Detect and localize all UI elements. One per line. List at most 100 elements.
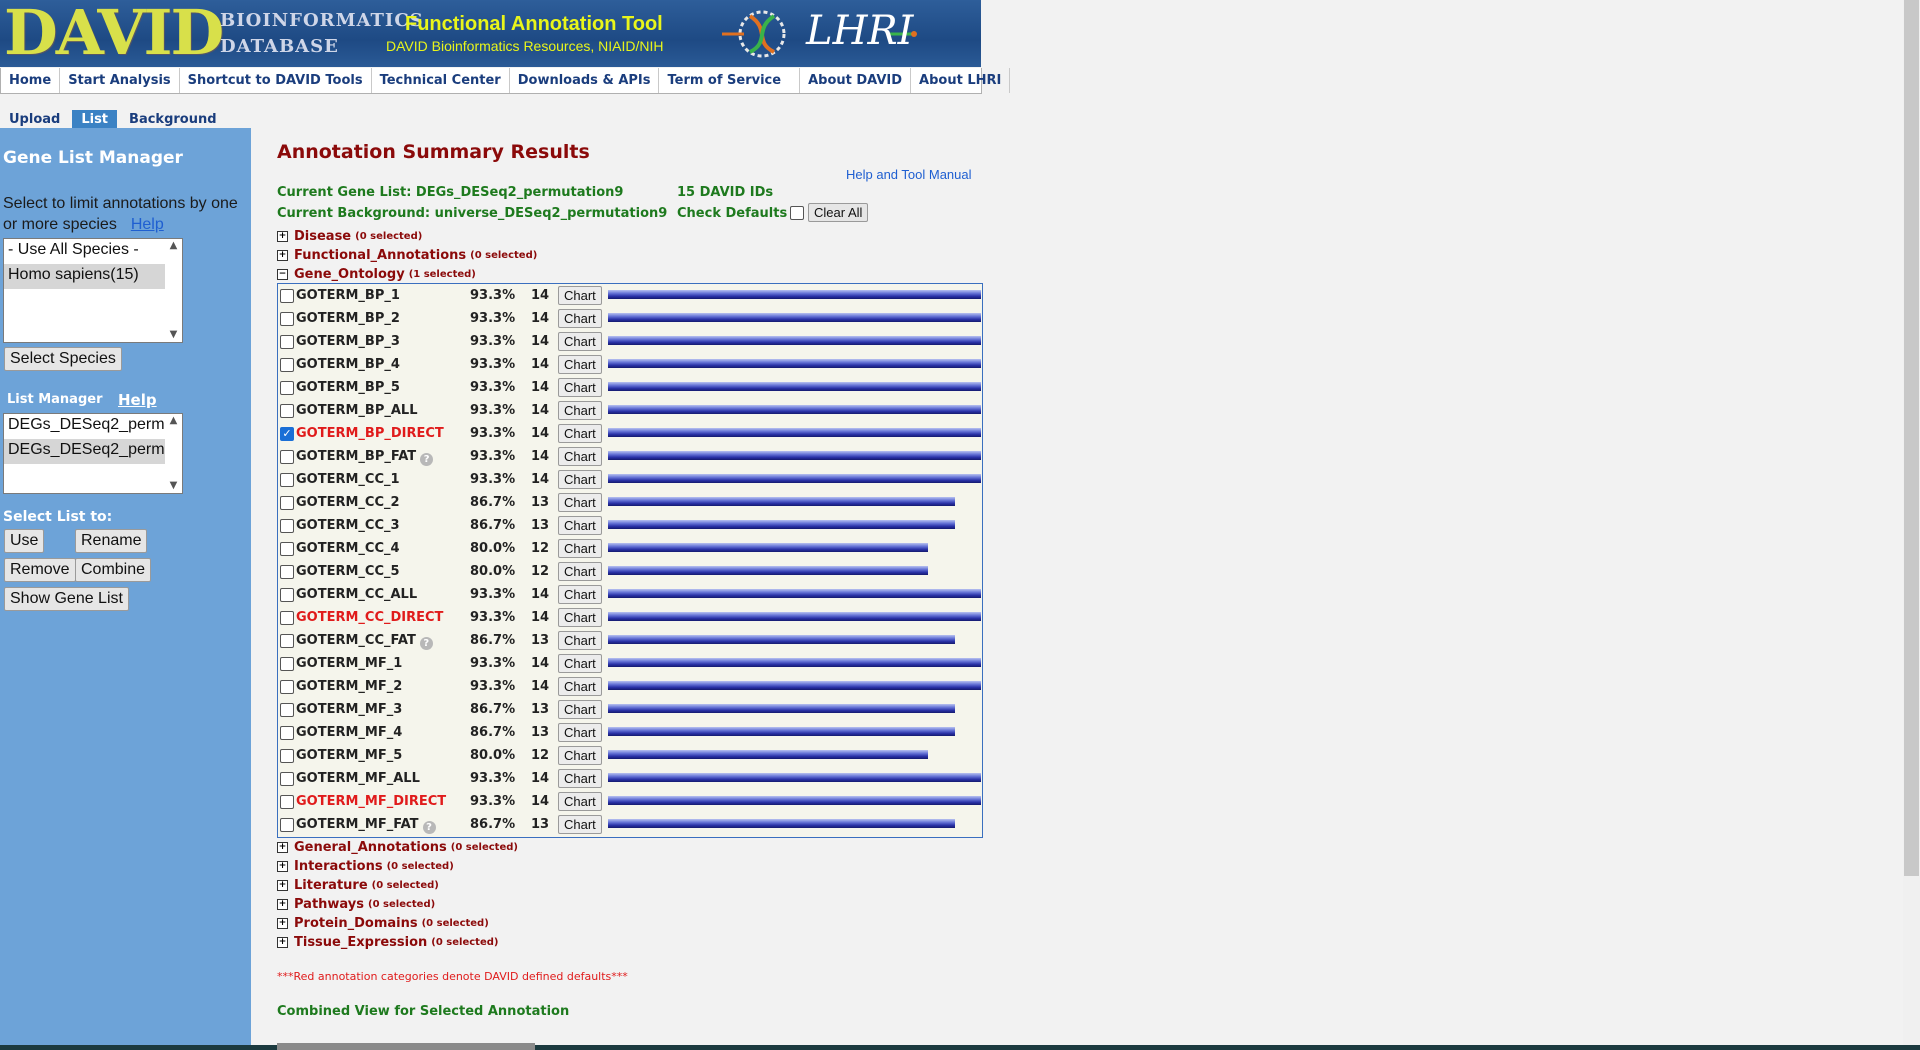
combine-button[interactable]: Combine xyxy=(75,558,152,582)
nav-downloads-apis[interactable]: Downloads & APIs xyxy=(510,68,660,93)
go-term-checkbox[interactable] xyxy=(280,519,294,533)
species-help-link[interactable]: Help xyxy=(131,216,164,233)
category-row[interactable]: + Literature (0 selected) xyxy=(277,876,518,895)
go-term-checkbox[interactable] xyxy=(280,358,294,372)
help-manual-link[interactable]: Help and Tool Manual xyxy=(846,167,972,182)
scroll-up-icon[interactable]: ▲ xyxy=(165,239,182,253)
go-term-checkbox[interactable] xyxy=(280,703,294,717)
go-term-checkbox[interactable] xyxy=(280,749,294,763)
chart-button[interactable]: Chart xyxy=(558,677,602,696)
nav-technical-center[interactable]: Technical Center xyxy=(372,68,510,93)
chart-button[interactable]: Chart xyxy=(558,723,602,742)
go-term-checkbox[interactable] xyxy=(280,473,294,487)
go-term-checkbox[interactable] xyxy=(280,565,294,579)
chart-button[interactable]: Chart xyxy=(558,792,602,811)
category-name[interactable]: Gene_Ontology xyxy=(294,267,405,282)
use-button[interactable]: Use xyxy=(4,529,45,553)
chart-button[interactable]: Chart xyxy=(558,562,602,581)
category-name[interactable]: Protein_Domains xyxy=(294,916,418,931)
go-term-checkbox[interactable] xyxy=(280,450,294,464)
chart-button[interactable]: Chart xyxy=(558,746,602,765)
rename-button[interactable]: Rename xyxy=(75,529,148,553)
page-scrollbar-thumb[interactable] xyxy=(1904,0,1919,876)
category-name[interactable]: Functional_Annotations xyxy=(294,248,466,263)
gene-list-option[interactable]: DEGs_DESeq2_permutation9 xyxy=(4,439,165,464)
scroll-down-icon[interactable]: ▼ xyxy=(165,479,182,493)
expand-icon[interactable]: + xyxy=(277,842,288,853)
category-name[interactable]: Literature xyxy=(294,878,368,893)
chart-button[interactable]: Chart xyxy=(558,286,602,305)
chart-button[interactable]: Chart xyxy=(558,447,602,466)
go-term-checkbox[interactable]: ✓ xyxy=(280,427,294,441)
nav-shortcut-tools[interactable]: Shortcut to DAVID Tools xyxy=(180,68,372,93)
expand-icon[interactable]: + xyxy=(277,861,288,872)
go-term-checkbox[interactable] xyxy=(280,335,294,349)
show-gene-list-button[interactable]: Show Gene List xyxy=(4,587,129,611)
clear-all-button[interactable]: Clear All xyxy=(808,203,869,222)
gene-list-select[interactable]: DEGs_DESeq2_permutation9 DEGs_DESeq2_per… xyxy=(3,413,183,494)
go-term-checkbox[interactable] xyxy=(280,611,294,625)
go-term-checkbox[interactable] xyxy=(280,657,294,671)
species-option[interactable]: - Use All Species - xyxy=(4,239,182,264)
chart-button[interactable]: Chart xyxy=(558,493,602,512)
go-term-checkbox[interactable] xyxy=(280,381,294,395)
chart-button[interactable]: Chart xyxy=(558,769,602,788)
select-species-button[interactable]: Select Species xyxy=(4,347,122,371)
chart-button[interactable]: Chart xyxy=(558,608,602,627)
expand-icon[interactable]: + xyxy=(277,880,288,891)
category-name[interactable]: Disease xyxy=(294,229,351,244)
category-row[interactable]: − Gene_Ontology (1 selected) xyxy=(277,265,537,284)
tab-list[interactable]: List xyxy=(72,110,118,128)
nav-start-analysis[interactable]: Start Analysis xyxy=(60,68,180,93)
go-term-checkbox[interactable] xyxy=(280,818,294,832)
scroll-up-icon[interactable]: ▲ xyxy=(165,414,182,428)
nav-home[interactable]: Home xyxy=(1,68,61,93)
go-term-checkbox[interactable] xyxy=(280,289,294,303)
list-manager-help-link[interactable]: Help xyxy=(118,391,157,409)
expand-icon[interactable]: + xyxy=(277,250,288,261)
tab-background[interactable]: Background xyxy=(120,110,226,128)
chart-button[interactable]: Chart xyxy=(558,355,602,374)
scroll-down-icon[interactable]: ▼ xyxy=(165,328,182,342)
category-row[interactable]: + Disease (0 selected) xyxy=(277,227,537,246)
go-term-checkbox[interactable] xyxy=(280,588,294,602)
go-term-checkbox[interactable] xyxy=(280,680,294,694)
gene-list-scrollbar[interactable]: ▲ ▼ xyxy=(165,414,182,493)
go-term-checkbox[interactable] xyxy=(280,634,294,648)
chart-button[interactable]: Chart xyxy=(558,516,602,535)
category-row[interactable]: + Functional_Annotations (0 selected) xyxy=(277,246,537,265)
remove-button[interactable]: Remove xyxy=(4,558,76,582)
chart-button[interactable]: Chart xyxy=(558,654,602,673)
go-term-checkbox[interactable] xyxy=(280,496,294,510)
info-icon[interactable]: ? xyxy=(420,453,434,466)
expand-icon[interactable]: + xyxy=(277,918,288,929)
tab-upload[interactable]: Upload xyxy=(0,110,70,128)
nav-term-of-service[interactable]: Term of Service xyxy=(659,68,801,93)
category-row[interactable]: + Tissue_Expression (0 selected) xyxy=(277,933,518,952)
chart-button[interactable]: Chart xyxy=(558,815,602,834)
info-icon[interactable]: ? xyxy=(419,637,433,650)
category-name[interactable]: General_Annotations xyxy=(294,840,447,855)
nav-about-lhri[interactable]: About LHRI xyxy=(911,68,1011,93)
go-term-checkbox[interactable] xyxy=(280,726,294,740)
category-row[interactable]: + Protein_Domains (0 selected) xyxy=(277,914,518,933)
chart-button[interactable]: Chart xyxy=(558,539,602,558)
category-name[interactable]: Interactions xyxy=(294,859,383,874)
category-name[interactable]: Tissue_Expression xyxy=(294,935,427,950)
chart-button[interactable]: Chart xyxy=(558,424,602,443)
category-row[interactable]: + General_Annotations (0 selected) xyxy=(277,838,518,857)
go-term-checkbox[interactable] xyxy=(280,312,294,326)
species-scrollbar[interactable]: ▲ ▼ xyxy=(165,239,182,342)
chart-button[interactable]: Chart xyxy=(558,401,602,420)
chart-button[interactable]: Chart xyxy=(558,332,602,351)
chart-button[interactable]: Chart xyxy=(558,378,602,397)
check-defaults-checkbox[interactable] xyxy=(790,206,804,220)
chart-button[interactable]: Chart xyxy=(558,585,602,604)
david-logo[interactable]: DAVID BIOINFORMATICS DATABASE xyxy=(0,0,423,67)
horizontal-scroll-thumb[interactable] xyxy=(277,1043,535,1050)
info-icon[interactable]: ? xyxy=(422,821,436,834)
go-term-checkbox[interactable] xyxy=(280,542,294,556)
category-name[interactable]: Pathways xyxy=(294,897,364,912)
go-term-checkbox[interactable] xyxy=(280,772,294,786)
chart-button[interactable]: Chart xyxy=(558,470,602,489)
